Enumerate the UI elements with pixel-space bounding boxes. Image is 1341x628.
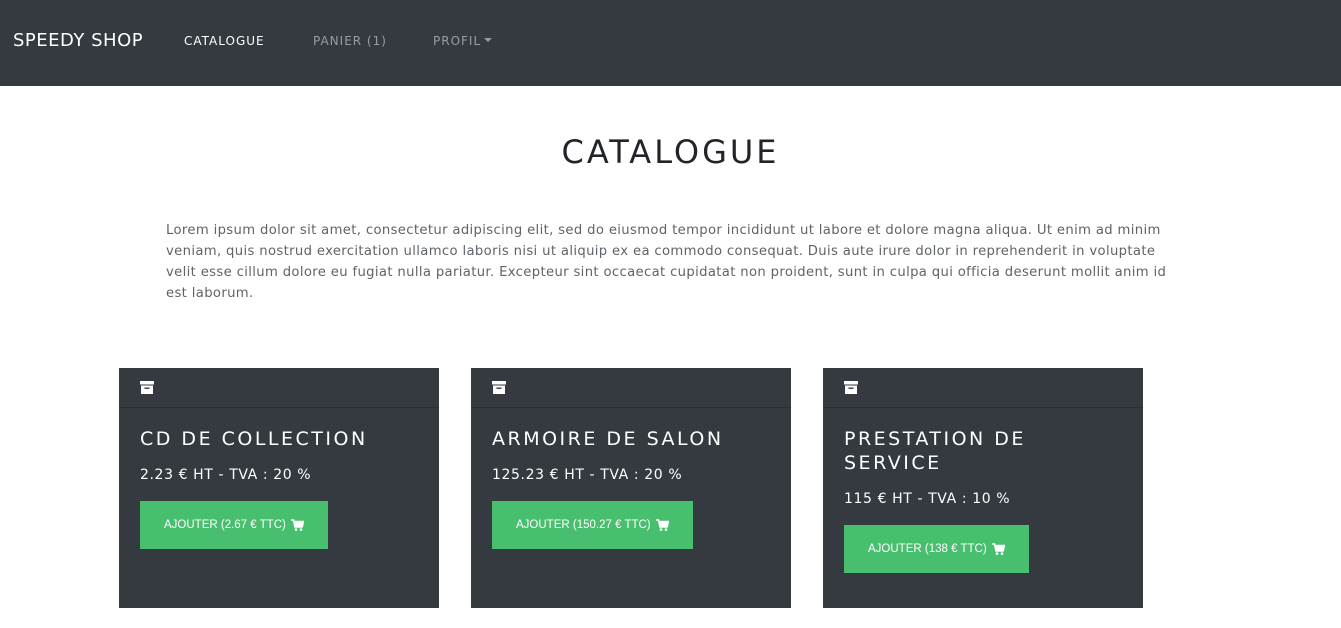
page-title: CATALOGUE — [561, 133, 780, 171]
product-price: 125.23 € HT - TVA : 20 % — [492, 467, 683, 483]
brand-logo[interactable]: SPEEDY SHOP — [13, 30, 143, 52]
nav-link-catalogue[interactable]: CATALOGUE — [184, 34, 265, 48]
product-price: 115 € HT - TVA : 10 % — [844, 491, 1011, 507]
product-price: 2.23 € HT - TVA : 20 % — [140, 467, 312, 483]
archive-box-icon — [844, 381, 858, 394]
nav-link-panier[interactable]: PANIER (1) — [313, 34, 387, 48]
product-name: PRESTATION DE SERVICE — [844, 428, 1026, 474]
archive-box-icon — [492, 381, 506, 394]
add-to-cart-button[interactable]: AJOUTER (138 € TTC) — [844, 525, 1029, 573]
card-header — [119, 368, 439, 408]
chevron-down-icon — [484, 38, 493, 42]
shopping-cart-icon — [655, 519, 669, 531]
product-name: CD DE COLLECTION — [140, 428, 368, 450]
intro-text: Lorem ipsum dolor sit amet, consectetur … — [166, 223, 1167, 301]
add-to-cart-button[interactable]: AJOUTER (2.67 € TTC) — [140, 501, 328, 549]
add-to-cart-label: AJOUTER (150.27 € TTC) — [516, 519, 651, 531]
top-navbar: SPEEDY SHOP CATALOGUE PANIER (1) PROFIL — [0, 0, 1341, 86]
product-card: PRESTATION DE SERVICE 115 € HT - TVA : 1… — [823, 368, 1143, 608]
add-to-cart-label: AJOUTER (2.67 € TTC) — [164, 519, 286, 531]
product-name: ARMOIRE DE SALON — [492, 428, 724, 450]
product-card: ARMOIRE DE SALON 125.23 € HT - TVA : 20 … — [471, 368, 791, 608]
nav-link-profil[interactable]: PROFIL — [433, 34, 493, 48]
card-header — [823, 368, 1143, 408]
add-to-cart-button[interactable]: AJOUTER (150.27 € TTC) — [492, 501, 693, 549]
shopping-cart-icon — [991, 543, 1005, 555]
nav-link-profil-label: PROFIL — [433, 34, 482, 48]
shopping-cart-icon — [290, 519, 304, 531]
archive-box-icon — [140, 381, 154, 394]
card-header — [471, 368, 791, 408]
add-to-cart-label: AJOUTER (138 € TTC) — [868, 543, 987, 555]
product-card: CD DE COLLECTION 2.23 € HT - TVA : 20 % … — [119, 368, 439, 608]
